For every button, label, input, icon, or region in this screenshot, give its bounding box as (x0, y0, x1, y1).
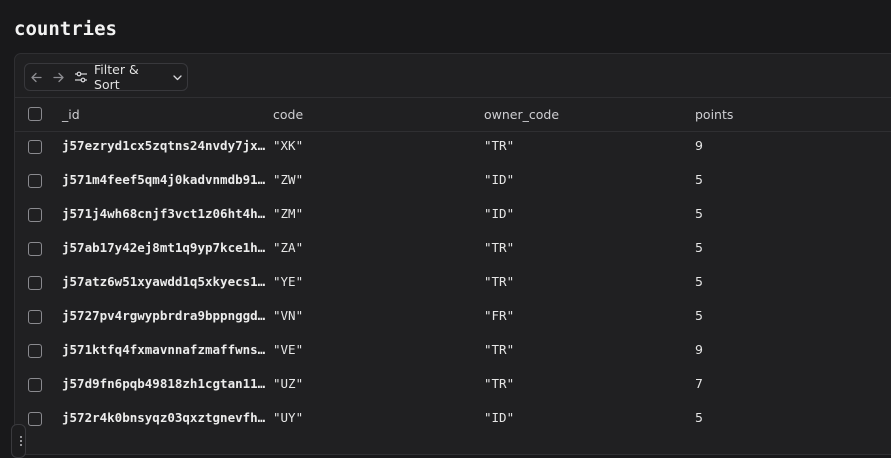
cell-owner-code[interactable]: "TR" (484, 376, 514, 391)
cell-owner-code[interactable]: "TR" (484, 240, 514, 255)
row-checkbox[interactable] (28, 174, 42, 188)
chevron-down-icon (172, 72, 183, 83)
cell-id[interactable]: j57ezryd1cx5zqtns24nvdy7jx… (62, 138, 265, 153)
row-checkbox[interactable] (28, 276, 42, 290)
table-toolbar: Filter & Sort (24, 62, 188, 92)
cell-points[interactable]: 5 (695, 410, 703, 425)
table-row[interactable]: j57ab17y42ej8mt1q9yp7kce1h… "ZA" "TR" 5 (15, 232, 891, 266)
table-row[interactable]: j57d9fn6pqb49818zh1cgtan11… "UZ" "TR" 7 (15, 368, 891, 402)
cell-id[interactable]: j57atz6w51xyawdd1q5xkyecs1… (62, 274, 265, 289)
cell-owner-code[interactable]: "TR" (484, 138, 514, 153)
cell-code[interactable]: "ZM" (273, 206, 303, 221)
cell-code[interactable]: "VN" (273, 308, 303, 323)
column-header-code[interactable]: code (273, 107, 303, 122)
cell-points[interactable]: 9 (695, 342, 703, 357)
cell-owner-code[interactable]: "ID" (484, 410, 514, 425)
arrow-right-icon[interactable] (48, 64, 71, 90)
column-header-points[interactable]: points (695, 107, 733, 122)
cell-points[interactable]: 7 (695, 376, 703, 391)
row-checkbox[interactable] (28, 378, 42, 392)
row-checkbox[interactable] (28, 140, 42, 154)
cell-owner-code[interactable]: "TR" (484, 274, 514, 289)
arrow-left-icon[interactable] (25, 64, 48, 90)
table-row[interactable]: j57ezryd1cx5zqtns24nvdy7jx… "XK" "TR" 9 (15, 130, 891, 164)
cell-owner-code[interactable]: "ID" (484, 206, 514, 221)
cell-points[interactable]: 5 (695, 206, 703, 221)
cell-points[interactable]: 5 (695, 172, 703, 187)
cell-id[interactable]: j571m4feef5qm4j0kadvnmdb91… (62, 172, 265, 187)
cell-code[interactable]: "UZ" (273, 376, 303, 391)
column-header-owner-code[interactable]: owner_code (484, 107, 559, 122)
cell-id[interactable]: j57ab17y42ej8mt1q9yp7kce1h… (62, 240, 265, 255)
cell-owner-code[interactable]: "ID" (484, 172, 514, 187)
row-checkbox[interactable] (28, 344, 42, 358)
cell-id[interactable]: j572r4k0bnsyqz03qxztgnevfh… (62, 410, 265, 425)
row-checkbox[interactable] (28, 208, 42, 222)
row-checkbox[interactable] (28, 412, 42, 426)
cell-code[interactable]: "VE" (273, 342, 303, 357)
table-header-row: _id code owner_code points (15, 97, 891, 132)
data-table-panel: Filter & Sort _id code owner_code points… (11, 53, 891, 458)
cell-id[interactable]: j5727pv4rgwypbrdra9bppnggd… (62, 308, 265, 323)
table-row[interactable]: j57atz6w51xyawdd1q5xkyecs1… "YE" "TR" 5 (15, 266, 891, 300)
table-row[interactable]: j571ktfq4fxmavnnafzmaffwns… "VE" "TR" 9 (15, 334, 891, 368)
cell-id[interactable]: j571ktfq4fxmavnnafzmaffwns… (62, 342, 265, 357)
filter-sort-label: Filter & Sort (94, 62, 139, 92)
cell-owner-code[interactable]: "TR" (484, 342, 514, 357)
cell-id[interactable]: j57d9fn6pqb49818zh1cgtan11… (62, 376, 265, 391)
cell-points[interactable]: 5 (695, 308, 703, 323)
row-checkbox[interactable] (28, 310, 42, 324)
table-row[interactable]: j572r4k0bnsyqz03qxztgnevfh… "UY" "ID" 5 (15, 402, 891, 436)
select-all-checkbox[interactable] (28, 107, 42, 121)
cell-code[interactable]: "ZA" (273, 240, 303, 255)
table-row[interactable]: j571j4wh68cnjf3vct1z06ht4h… "ZM" "ID" 5 (15, 198, 891, 232)
filter-sort-button[interactable]: Filter & Sort (70, 62, 187, 92)
cell-owner-code[interactable]: "FR" (484, 308, 514, 323)
cell-points[interactable]: 5 (695, 274, 703, 289)
table-row[interactable]: j571m4feef5qm4j0kadvnmdb91… "ZW" "ID" 5 (15, 164, 891, 198)
table-row[interactable]: j5727pv4rgwypbrdra9bppnggd… "VN" "FR" 5 (15, 300, 891, 334)
cell-code[interactable]: "UY" (273, 410, 303, 425)
cell-points[interactable]: 5 (695, 240, 703, 255)
sliders-icon (74, 71, 88, 83)
page-title: countries (14, 18, 117, 40)
sidebar-toggle-handle[interactable] (11, 424, 26, 458)
cell-code[interactable]: "ZW" (273, 172, 303, 187)
cell-id[interactable]: j571j4wh68cnjf3vct1z06ht4h… (62, 206, 265, 221)
cell-code[interactable]: "YE" (273, 274, 303, 289)
row-checkbox[interactable] (28, 242, 42, 256)
cell-points[interactable]: 9 (695, 138, 703, 153)
column-header-id[interactable]: _id (62, 107, 80, 122)
cell-code[interactable]: "XK" (273, 138, 303, 153)
